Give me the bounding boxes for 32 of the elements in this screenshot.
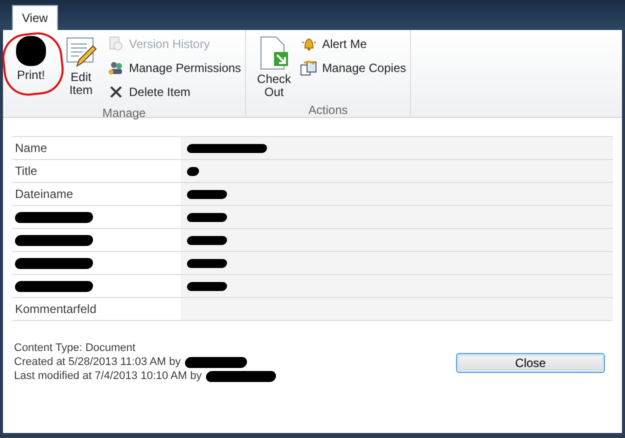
- redaction-mark: [184, 356, 248, 368]
- documents-icon: [300, 60, 318, 76]
- redaction-mark: [186, 212, 228, 222]
- close-button[interactable]: Close: [456, 353, 605, 373]
- delete-button[interactable]: Delete Item: [107, 80, 242, 104]
- copies-button[interactable]: Manage Copies: [300, 56, 406, 80]
- ribbon-tab[interactable]: View: [12, 5, 58, 30]
- redaction-mark: [205, 370, 276, 382]
- field-label-cell-text: Name: [14, 140, 48, 157]
- bell-icon: [301, 36, 318, 52]
- redaction-mark: [186, 282, 228, 290]
- permissions-button[interactable]: Manage Permissions: [107, 56, 242, 80]
- group-label: Actions: [307, 102, 349, 117]
- footer-text: Created at 5/28/2013 11:03 AM by: [14, 355, 181, 369]
- close-icon: [109, 85, 123, 99]
- field-label-cell-text: Kommentarfeld: [14, 301, 98, 318]
- document-arrow-icon: [258, 36, 290, 70]
- footer-text: Last modified at 7/4/2013 10:10 AM by: [14, 369, 202, 383]
- redaction-mark: [186, 258, 228, 268]
- footer-text: Content Type: Document: [14, 341, 136, 355]
- redaction-mark: [186, 190, 228, 198]
- print-button[interactable]: Print!: [7, 30, 55, 82]
- edit-button[interactable]: Edit Item: [57, 30, 105, 97]
- field-label-cell-text: Title: [14, 163, 38, 180]
- check-out-button[interactable]: Check Out: [250, 30, 298, 99]
- field-label-cell-text: Dateiname: [14, 186, 74, 203]
- document-clock-icon: [108, 36, 124, 52]
- group-label: Manage: [101, 105, 147, 120]
- redaction-mark: [186, 236, 228, 244]
- redaction-mark: [186, 166, 200, 176]
- alert-button[interactable]: Alert Me: [300, 32, 406, 56]
- document-pencil-icon: [65, 36, 97, 68]
